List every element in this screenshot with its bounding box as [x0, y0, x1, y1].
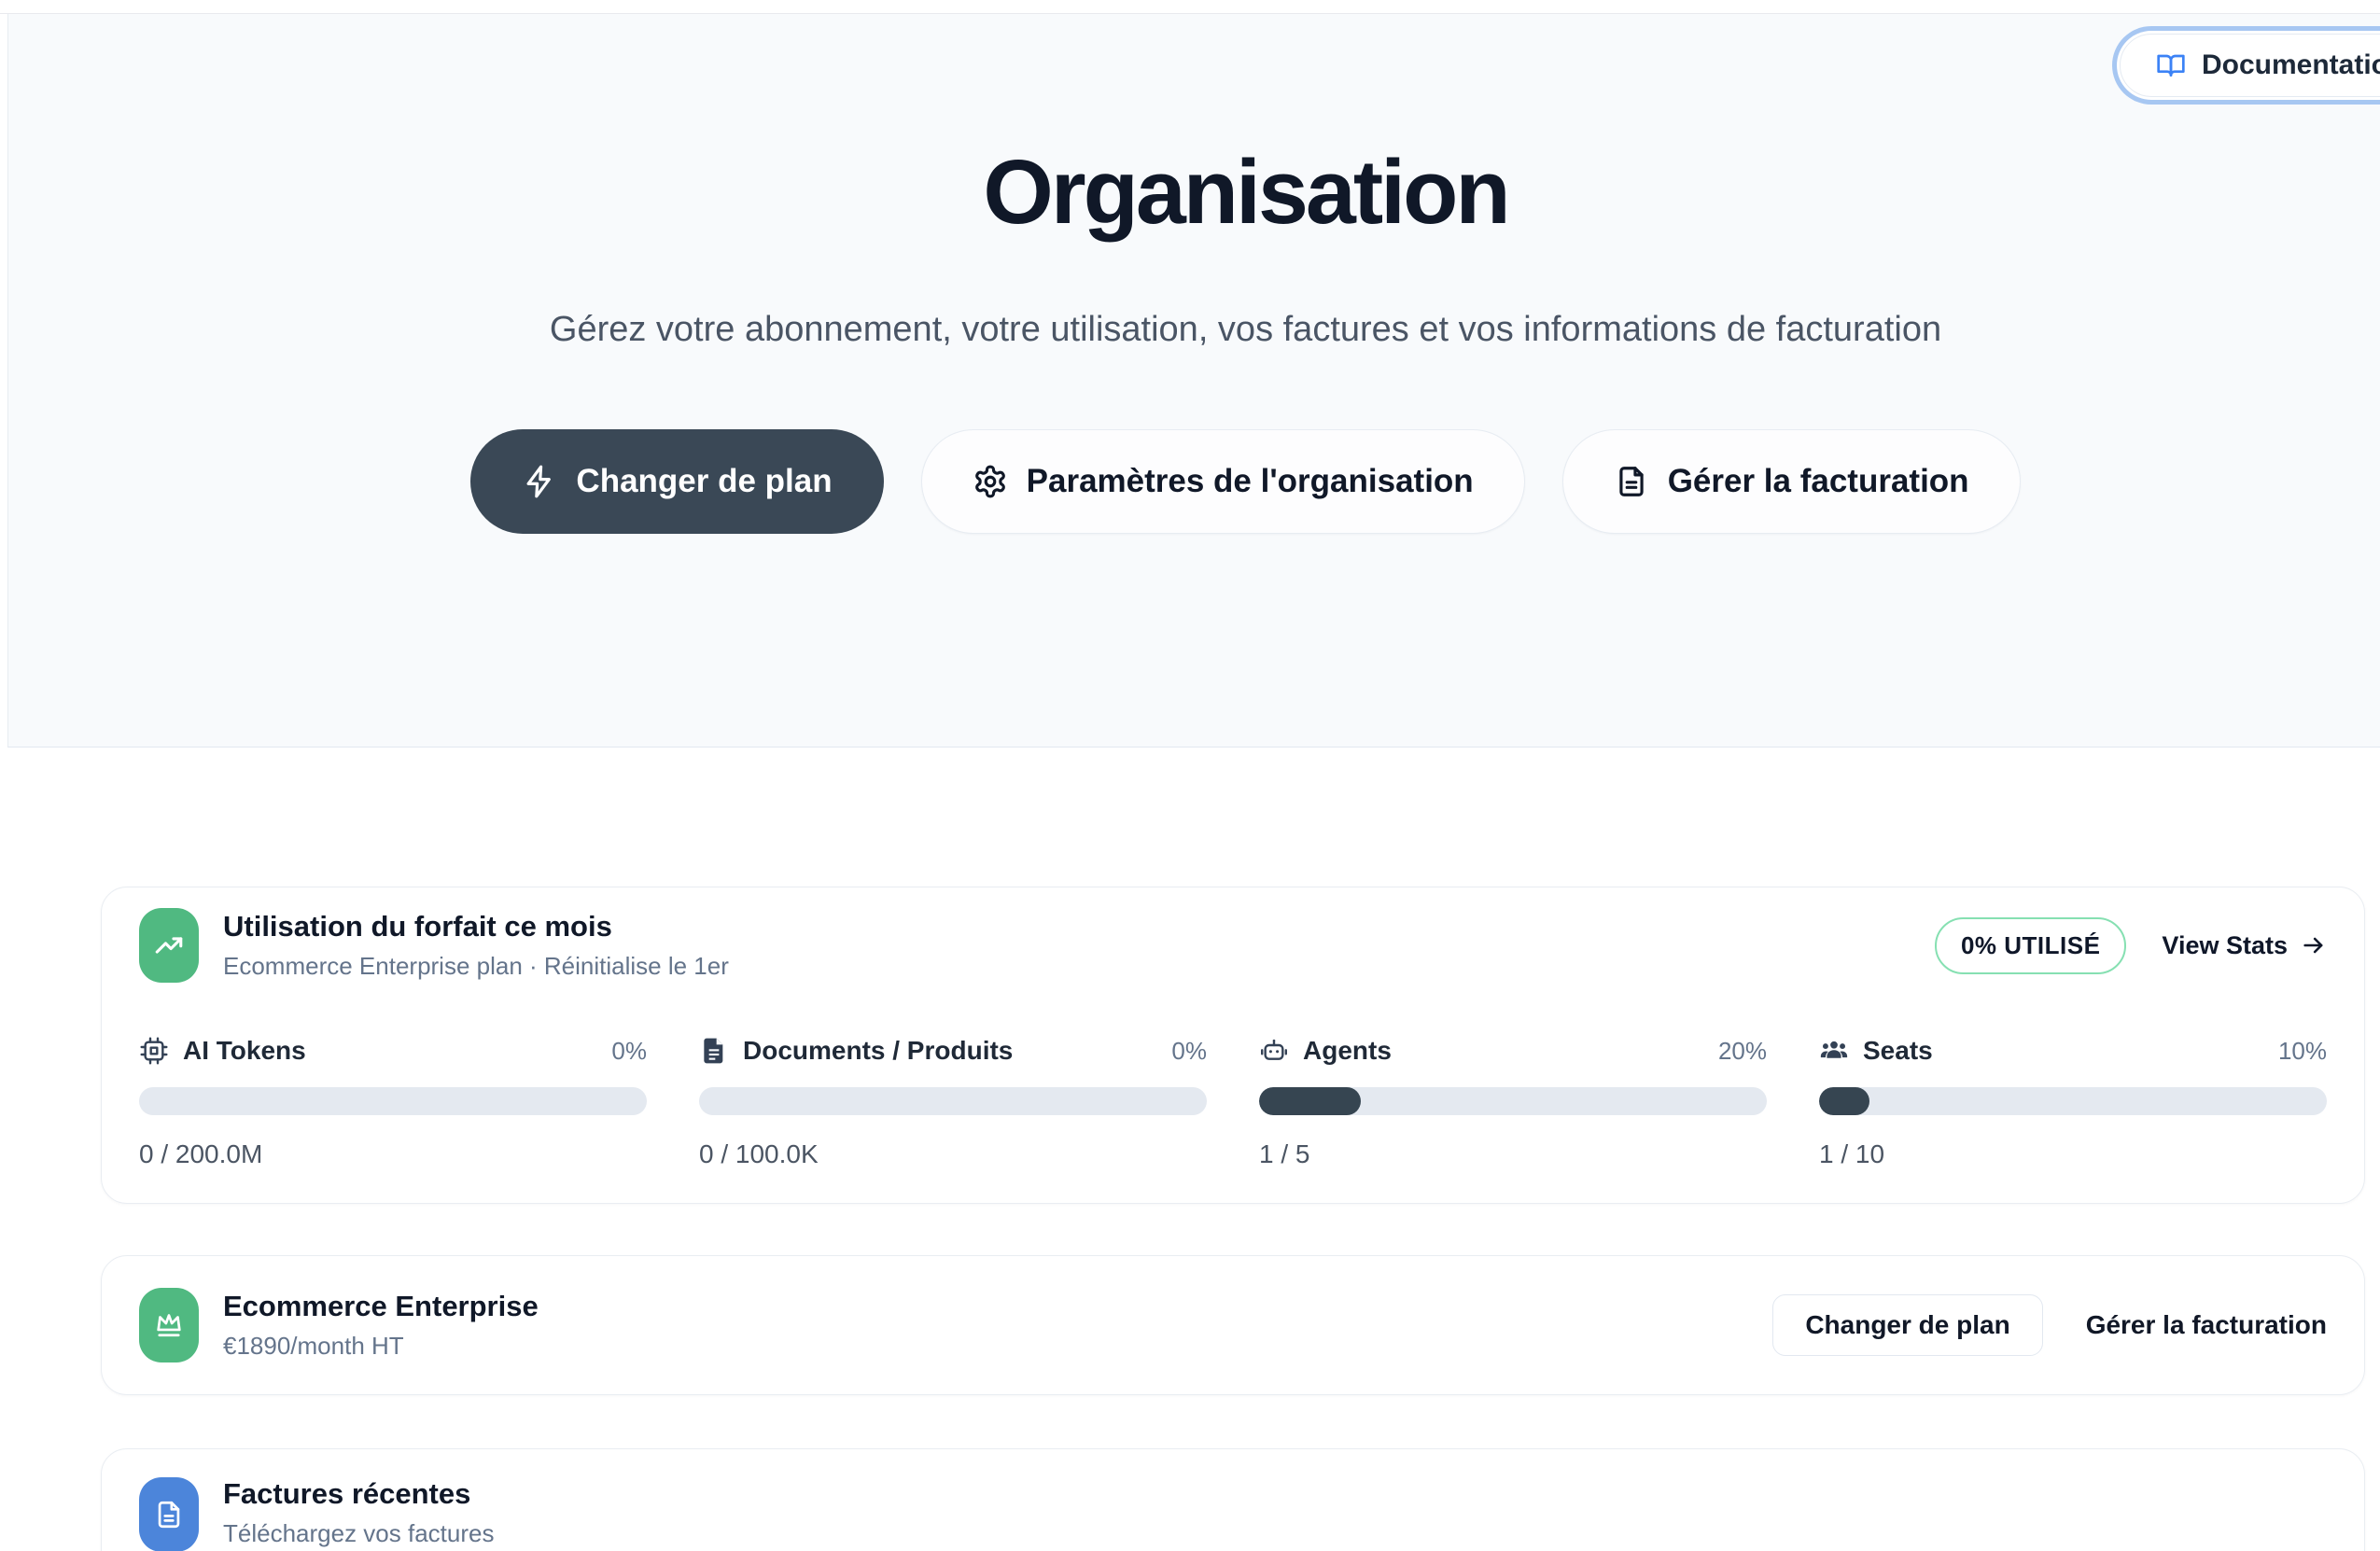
- hero-section: Documentation Organisation Gérez votre a…: [7, 14, 2380, 748]
- view-stats-link[interactable]: View Stats: [2162, 931, 2327, 960]
- crown-icon: [139, 1288, 199, 1362]
- plan-card: Ecommerce Enterprise €1890/month HT Chan…: [101, 1255, 2365, 1395]
- documentation-label: Documentation: [2202, 49, 2380, 81]
- meter-label: Documents / Produits: [743, 1036, 1013, 1066]
- meter-percent: 0%: [1171, 1037, 1207, 1066]
- meter-percent: 20%: [1718, 1037, 1767, 1066]
- book-open-icon: [2156, 50, 2186, 80]
- progress-bar: [1819, 1087, 2327, 1115]
- usage-badge: 0% UTILISÉ: [1935, 917, 2126, 974]
- usage-card-subtitle: Ecommerce Enterprise plan · Réinitialise…: [223, 952, 729, 981]
- organisation-settings-button[interactable]: Paramètres de l'organisation: [921, 429, 1525, 534]
- meter-label: Seats: [1863, 1036, 1933, 1066]
- progress-fill: [1259, 1087, 1361, 1115]
- meter-percent: 0%: [611, 1037, 647, 1066]
- usage-meters: AI Tokens 0% 0 / 200.0M: [139, 1035, 2327, 1169]
- zap-icon: [522, 464, 557, 499]
- meter-ai-tokens: AI Tokens 0% 0 / 200.0M: [139, 1035, 647, 1169]
- plan-manage-billing-button[interactable]: Gérer la facturation: [2086, 1310, 2327, 1340]
- meter-agents: Agents 20% 1 / 5: [1259, 1035, 1767, 1169]
- invoices-title: Factures récentes: [223, 1477, 494, 1511]
- document-filled-icon: [699, 1036, 729, 1066]
- view-stats-label: View Stats: [2162, 931, 2288, 960]
- cpu-icon: [139, 1036, 169, 1066]
- meter-usage-value: 1 / 5: [1259, 1139, 1767, 1169]
- usage-card-title: Utilisation du forfait ce mois: [223, 910, 729, 943]
- plan-title: Ecommerce Enterprise: [223, 1290, 539, 1323]
- meter-usage-value: 0 / 200.0M: [139, 1139, 647, 1169]
- users-icon: [1819, 1036, 1849, 1066]
- meter-usage-value: 0 / 100.0K: [699, 1139, 1207, 1169]
- progress-bar: [139, 1087, 647, 1115]
- meter-label: AI Tokens: [183, 1036, 306, 1066]
- gear-icon: [973, 464, 1008, 499]
- meter-documents: Documents / Produits 0% 0 / 100.0K: [699, 1035, 1207, 1169]
- progress-bar: [1259, 1087, 1767, 1115]
- hero-actions: Changer de plan Paramètres de l'organisa…: [60, 429, 2380, 534]
- invoices-card: Factures récentes Téléchargez vos factur…: [101, 1448, 2365, 1551]
- meter-percent: 10%: [2278, 1037, 2327, 1066]
- invoices-subtitle: Téléchargez vos factures: [223, 1519, 494, 1548]
- documentation-button[interactable]: Documentation: [2120, 34, 2380, 97]
- meter-usage-value: 1 / 10: [1819, 1139, 2327, 1169]
- organisation-settings-label: Paramètres de l'organisation: [1027, 463, 1474, 500]
- usage-card: Utilisation du forfait ce mois Ecommerce…: [101, 887, 2365, 1204]
- trending-up-icon: [139, 908, 199, 983]
- meter-label: Agents: [1303, 1036, 1392, 1066]
- arrow-right-icon: [2301, 932, 2327, 958]
- change-plan-label: Changer de plan: [576, 463, 832, 500]
- manage-billing-button[interactable]: Gérer la facturation: [1562, 429, 2021, 534]
- file-text-icon: [1614, 464, 1649, 499]
- manage-billing-label: Gérer la facturation: [1668, 463, 1969, 500]
- page-subtitle: Gérez votre abonnement, votre utilisatio…: [518, 302, 1974, 357]
- robot-icon: [1259, 1036, 1289, 1066]
- progress-bar: [699, 1087, 1207, 1115]
- meter-seats: Seats 10% 1 / 10: [1819, 1035, 2327, 1169]
- change-plan-button[interactable]: Changer de plan: [470, 429, 883, 534]
- page-title: Organisation: [60, 140, 2380, 245]
- top-bar: [0, 0, 2380, 14]
- invoice-icon: [139, 1477, 199, 1551]
- plan-change-plan-button[interactable]: Changer de plan: [1772, 1294, 2042, 1356]
- progress-fill: [1819, 1087, 1869, 1115]
- main-content: Utilisation du forfait ce mois Ecommerce…: [0, 887, 2380, 1551]
- plan-price: €1890/month HT: [223, 1332, 539, 1361]
- plan-actions: Changer de plan Gérer la facturation: [1772, 1294, 2327, 1356]
